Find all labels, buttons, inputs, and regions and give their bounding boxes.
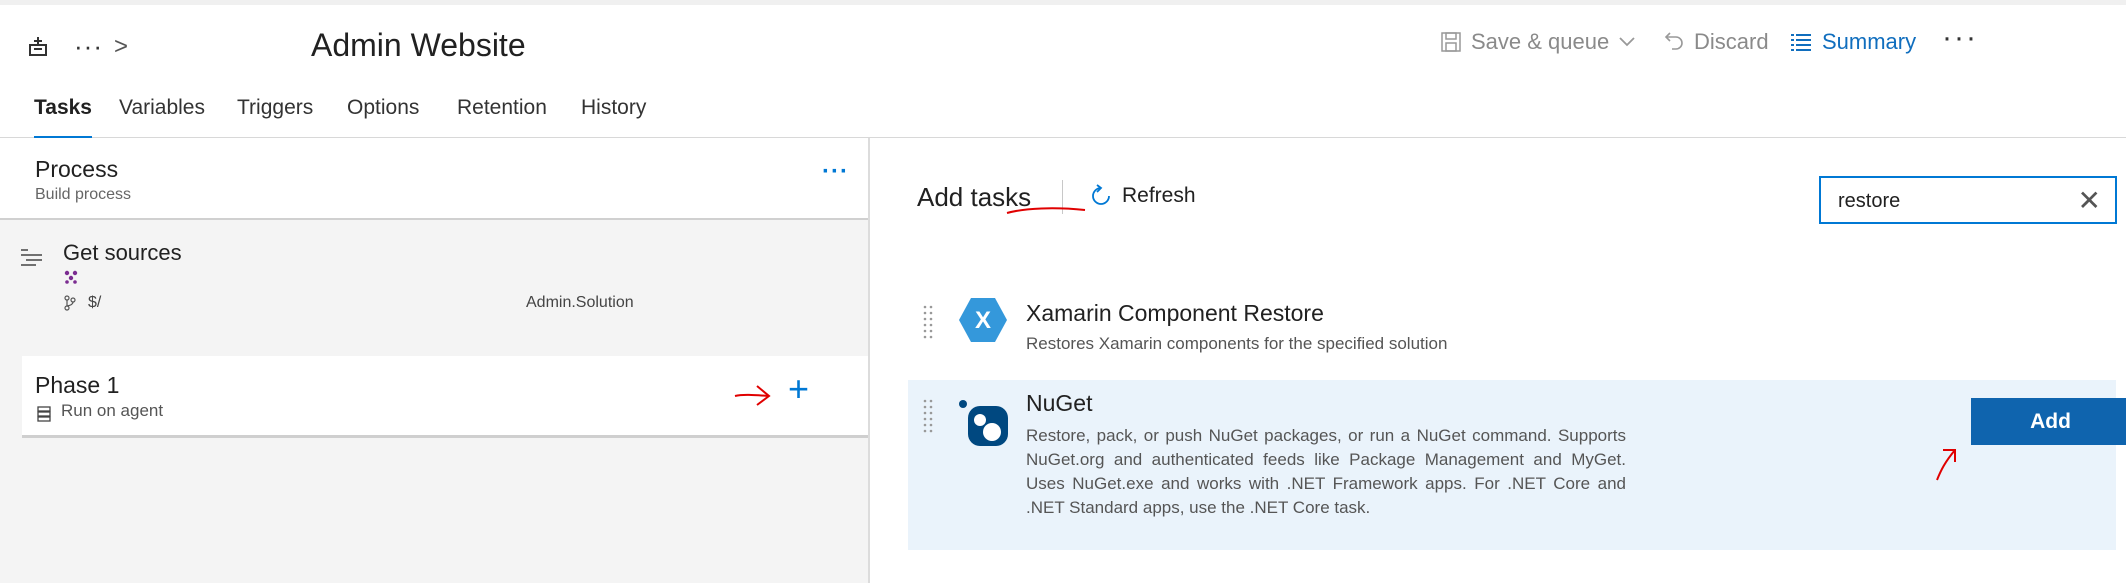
process-panel: Process Build process ··· Get sources $/… [0, 138, 870, 583]
save-icon [1441, 32, 1461, 52]
add-tasks-panel: Add tasks Refresh restore ✕ X Xamarin Co… [872, 138, 2126, 583]
build-pipeline-icon[interactable] [28, 35, 54, 59]
discard-label: Discard [1694, 29, 1769, 54]
nuget-icon [959, 400, 1008, 446]
refresh-button[interactable]: Refresh [1090, 184, 1196, 208]
breadcrumb-more-button[interactable]: ··· [74, 31, 103, 62]
task-list-item[interactable]: X Xamarin Component Restore Restores Xam… [908, 290, 2116, 372]
process-subtitle: Build process [35, 186, 132, 203]
annotation-arrow-icon [734, 385, 771, 406]
agent-server-icon [37, 406, 51, 427]
chevron-down-icon [1619, 37, 1635, 47]
save-queue-label: Save & queue [1471, 29, 1610, 54]
branch-icon [64, 295, 76, 316]
tab-triggers[interactable]: Triggers [237, 96, 313, 138]
process-title: Process [35, 156, 119, 182]
drag-handle-icon[interactable] [923, 398, 933, 438]
process-header[interactable]: Process Build process ··· [0, 138, 868, 220]
tab-options[interactable]: Options [347, 96, 419, 138]
tab-history[interactable]: History [581, 96, 646, 138]
process-more-button[interactable]: ··· [822, 158, 849, 186]
add-task-button[interactable]: + [788, 368, 809, 410]
annotation-arrow-icon [1936, 449, 1956, 481]
task-name: NuGet [1026, 390, 1093, 416]
refresh-icon [1092, 184, 1110, 205]
summary-button[interactable]: Summary [1790, 29, 1916, 55]
tab-bar: Tasks Variables Triggers Options Retenti… [0, 90, 2126, 139]
repository-icon [64, 270, 78, 289]
summary-label: Summary [1822, 29, 1917, 54]
breadcrumb-chevron-icon: > [114, 33, 129, 60]
list-icon [1791, 34, 1811, 51]
discard-button[interactable]: Discard [1664, 29, 1769, 55]
undo-icon [1664, 32, 1683, 50]
add-task-to-phase-button[interactable]: Add [1971, 398, 2126, 445]
save-queue-button[interactable]: Save & queue [1441, 29, 1635, 55]
tab-tasks[interactable]: Tasks [34, 96, 92, 139]
search-value: restore [1838, 190, 1901, 212]
header: ··· > Admin Website Save & queue Discard [0, 5, 2126, 85]
task-description: Restore, pack, or push NuGet packages, o… [1026, 426, 1626, 517]
task-search-input[interactable]: restore ✕ [1819, 176, 2117, 224]
get-sources-icon [20, 248, 44, 273]
refresh-label: Refresh [1122, 184, 1196, 207]
xamarin-icon: X [959, 298, 1007, 342]
tab-variables[interactable]: Variables [119, 96, 205, 138]
more-actions-button[interactable]: ··· [1942, 21, 1978, 55]
task-description: Restores Xamarin components for the spec… [1026, 334, 1448, 353]
task-name: Xamarin Component Restore [1026, 300, 1324, 326]
get-sources-title[interactable]: Get sources [63, 240, 182, 266]
source-solution: Admin.Solution [526, 294, 634, 311]
annotation-underline-icon [1006, 207, 1086, 214]
phase-subtitle: Run on agent [61, 401, 164, 420]
svg-text:X: X [975, 307, 991, 334]
phase-title: Phase 1 [35, 372, 120, 398]
page-title: Admin Website [311, 27, 526, 63]
tab-retention[interactable]: Retention [457, 96, 547, 138]
clear-search-icon[interactable]: ✕ [2078, 184, 2101, 217]
source-path: $/ [88, 294, 102, 311]
drag-handle-icon[interactable] [923, 304, 933, 344]
